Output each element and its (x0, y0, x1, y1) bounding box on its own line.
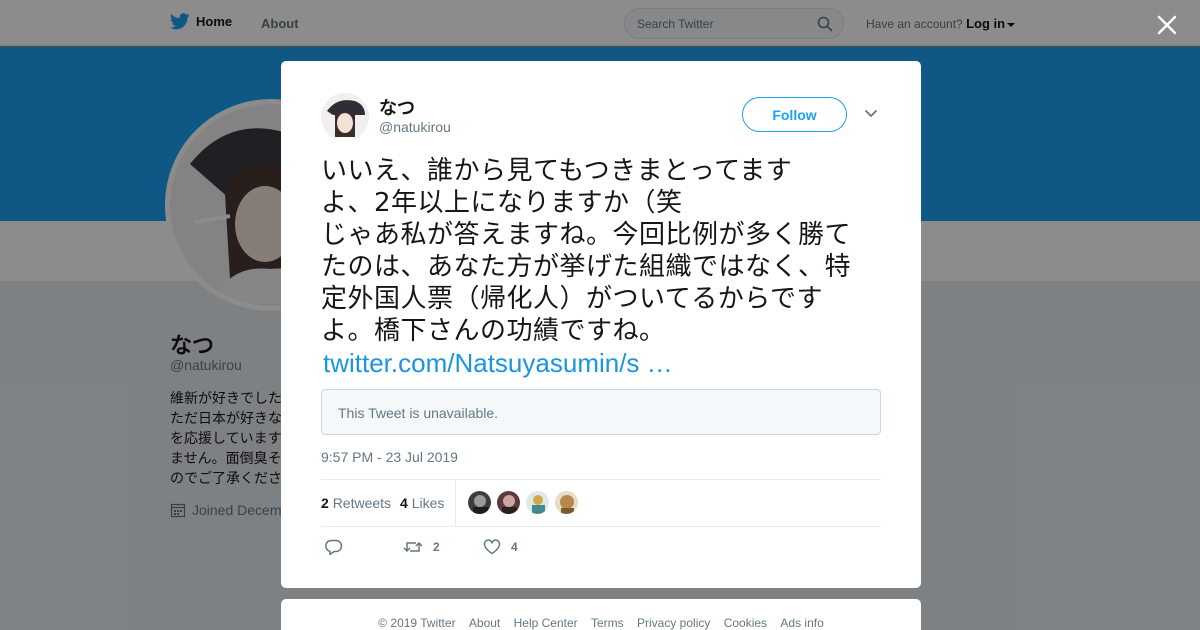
retweets-stat[interactable]: 2 Retweets (321, 495, 391, 511)
likes-count: 4 (400, 495, 408, 511)
footer-cookies-link[interactable]: Cookies (724, 616, 767, 630)
quoted-tweet-card: This Tweet is unavailable. (321, 389, 881, 435)
liker-avatar[interactable] (496, 490, 521, 515)
follow-button[interactable]: Follow (742, 97, 847, 132)
likes-label: Likes (411, 495, 445, 511)
stats-divider (455, 480, 456, 526)
footer-terms-link[interactable]: Terms (591, 616, 624, 630)
tweet-timestamp[interactable]: 9:57 PM - 23 Jul 2019 (321, 449, 458, 465)
tweet-author-avatar[interactable] (321, 93, 369, 141)
retweet-count: 2 (433, 540, 440, 554)
footer-copyright: © 2019 Twitter (378, 616, 456, 630)
footer: © 2019 Twitter About Help Center Terms P… (281, 599, 921, 630)
reply-button[interactable] (325, 539, 353, 555)
like-button[interactable]: 4 (483, 539, 518, 555)
liker-avatar[interactable] (467, 490, 492, 515)
footer-help-center-link[interactable]: Help Center (514, 616, 578, 630)
tweet-text: いいえ、誰から見てもつきまとってます よ、2年以上になりますか（笑 じゃあ私が答… (321, 156, 852, 346)
tweet-actions: 2 4 (321, 539, 881, 563)
footer-privacy-link[interactable]: Privacy policy (637, 616, 710, 630)
retweet-button[interactable]: 2 (403, 539, 440, 555)
avatar-illustration (321, 93, 369, 141)
like-count: 4 (511, 540, 518, 554)
footer-about-link[interactable]: About (469, 616, 500, 630)
quoted-tweet-unavailable: This Tweet is unavailable. (338, 405, 499, 421)
retweet-icon (403, 541, 423, 553)
retweets-count: 2 (321, 495, 329, 511)
chevron-down-icon[interactable] (864, 109, 878, 119)
tweet-author-name[interactable]: なつ (379, 94, 415, 120)
reply-icon (325, 539, 343, 555)
tweet-stats: 2 Retweets 4 Likes (321, 479, 881, 527)
footer-ads-info-link[interactable]: Ads info (780, 616, 823, 630)
liker-avatars (467, 490, 583, 515)
close-icon[interactable] (1155, 13, 1179, 37)
tweet-modal: なつ @natukirou Follow いいえ、誰から見てもつきまとってます … (281, 61, 921, 588)
liker-avatar[interactable] (525, 490, 550, 515)
heart-icon (483, 539, 501, 555)
tweet-link[interactable]: twitter.com/Natsuyasumin/s … (323, 347, 673, 379)
retweets-label: Retweets (332, 495, 392, 511)
tweet-author-handle[interactable]: @natukirou (379, 119, 451, 135)
likes-stat[interactable]: 4 Likes (400, 495, 444, 511)
liker-avatar[interactable] (554, 490, 579, 515)
